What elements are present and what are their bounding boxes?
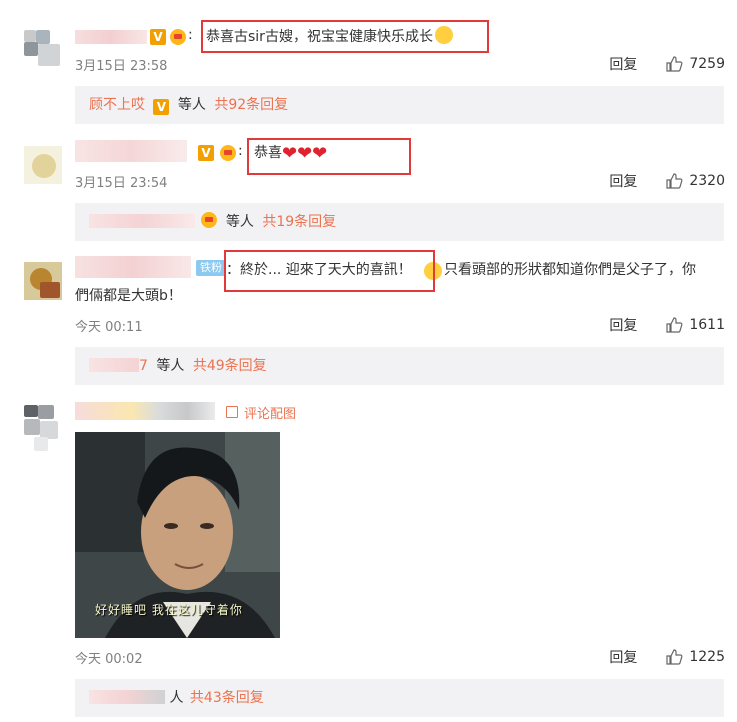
reply-thread[interactable]: 7 等人 共49条回复	[75, 347, 724, 385]
comment-photo[interactable]: 好好睡吧 我在这儿守着你	[75, 432, 280, 638]
like-button[interactable]: 1611	[665, 316, 725, 334]
like-count: 1611	[689, 317, 725, 333]
highlight-box	[224, 250, 435, 292]
thumbs-up-icon	[666, 649, 683, 665]
colon: :	[188, 27, 193, 43]
highlight-box	[247, 138, 411, 175]
reply-count-link[interactable]: 共19条回复	[262, 214, 336, 230]
verified-v-icon: V	[153, 99, 170, 115]
member-crown-icon	[220, 145, 236, 161]
reply-user-tail[interactable]: 7	[139, 358, 148, 374]
thumbs-up-icon	[666, 317, 683, 333]
image-comment-icon	[226, 406, 238, 418]
username[interactable]	[75, 256, 191, 278]
username[interactable]	[75, 402, 215, 420]
like-button[interactable]: 1225	[665, 648, 725, 666]
reply-count-link[interactable]: 共92条回复	[214, 97, 288, 113]
reply-connector: 等人	[156, 358, 185, 374]
comment-text-cont: 只看頭部的形狀都知道你們是父子了，你	[444, 262, 696, 278]
comment-actions: 回复 1225	[609, 647, 725, 667]
comment-time: 今天 00:11	[75, 320, 143, 335]
colon: :	[238, 143, 243, 159]
reply-connector: 等人	[177, 97, 206, 113]
reply-thread[interactable]: 等人 共19条回复	[75, 203, 724, 241]
comment-actions: 回复 2320	[609, 171, 725, 191]
avatar[interactable]	[24, 262, 62, 300]
highlight-box	[201, 20, 489, 53]
reply-connector: 等人	[225, 214, 254, 230]
avatar[interactable]	[24, 30, 62, 68]
comment-time: 3月15日 23:54	[75, 176, 168, 191]
like-count: 2320	[689, 173, 725, 189]
reply-connector: 人	[169, 690, 184, 706]
like-button[interactable]: 2320	[665, 172, 725, 190]
comment-time: 今天 00:02	[75, 652, 143, 667]
reply-thread[interactable]: 顾不上哎 V 等人 共92条回复	[75, 86, 724, 124]
username[interactable]	[75, 30, 147, 44]
reply-button[interactable]: 回复	[609, 171, 637, 191]
member-crown-icon	[170, 29, 186, 45]
thumbs-up-icon	[666, 173, 683, 189]
comment-time: 3月15日 23:58	[75, 59, 168, 74]
reply-user[interactable]	[89, 214, 195, 228]
member-crown-icon	[201, 212, 218, 228]
verified-v-icon: V	[198, 145, 214, 161]
comment-text-line2: 們倆都是大頭b！	[75, 288, 182, 304]
image-comment-label[interactable]: 评论配图	[244, 403, 296, 422]
photo-caption: 好好睡吧 我在这儿守着你	[95, 603, 243, 617]
verified-v-icon: V	[150, 29, 166, 45]
reply-count-link[interactable]: 共49条回复	[193, 358, 267, 374]
avatar[interactable]	[24, 146, 62, 184]
reply-thread[interactable]: 人 共43条回复	[75, 679, 724, 717]
comment-actions: 回复 7259	[609, 54, 725, 74]
reply-button[interactable]: 回复	[609, 647, 637, 667]
fan-badge: 铁粉	[196, 260, 226, 276]
avatar[interactable]	[24, 405, 68, 453]
comment-actions: 回复 1611	[609, 315, 725, 335]
thumbs-up-icon	[666, 56, 683, 72]
reply-user[interactable]	[89, 358, 139, 372]
reply-user[interactable]	[89, 690, 165, 704]
like-count: 1225	[689, 649, 725, 665]
username[interactable]	[75, 140, 187, 162]
reply-count-link[interactable]: 共43条回复	[190, 690, 264, 706]
reply-user[interactable]: 顾不上哎	[89, 97, 145, 113]
reply-button[interactable]: 回复	[609, 315, 637, 335]
like-button[interactable]: 7259	[665, 55, 725, 73]
reply-button[interactable]: 回复	[609, 54, 637, 74]
like-count: 7259	[689, 56, 725, 72]
